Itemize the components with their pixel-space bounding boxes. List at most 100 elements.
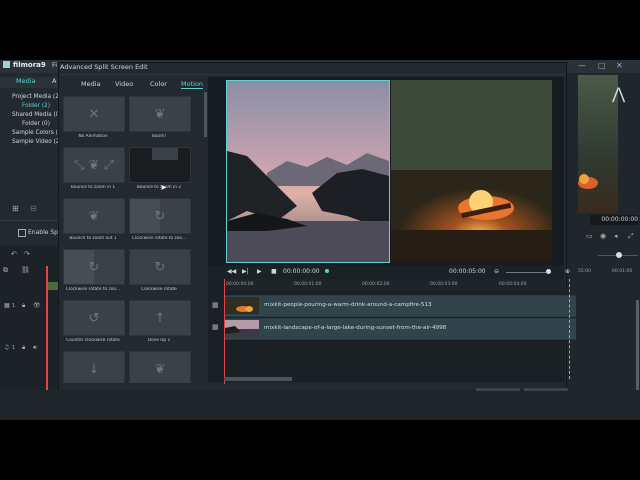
delete-folder-icon[interactable]: ⊟: [30, 204, 37, 213]
library-item-sample-video[interactable]: Sample Video (2: [12, 139, 60, 145]
timeline-scrollbar[interactable]: [224, 377, 292, 381]
dialog-title-divider: [59, 74, 566, 75]
motion-preset[interactable]: ⤡ ❦ ⤢ Bounce to zoom in 1: [63, 147, 125, 190]
preset-thumbnail: ↻: [63, 249, 125, 285]
app-title-partial: Fi: [52, 61, 58, 69]
undo-icon[interactable]: ↶: [11, 250, 17, 258]
zoom-out-icon: ❦: [88, 208, 100, 224]
zoom-out-icon[interactable]: ⊖: [494, 268, 499, 275]
motion-preset[interactable]: ❦ Bounce to zoom out 1: [63, 198, 125, 241]
snapshot-icon[interactable]: ◉: [600, 232, 606, 240]
audio-track-icon: ♫: [4, 344, 10, 351]
motion-preset[interactable]: ↓: [63, 351, 125, 383]
link-icon[interactable]: ⛓: [21, 266, 30, 274]
close-icon[interactable]: ✕: [616, 61, 623, 70]
preset-label: Counter clockwise rotate: [66, 338, 120, 343]
add-track-icon[interactable]: ⧉: [3, 266, 8, 275]
cancel-button-edge[interactable]: [476, 388, 520, 391]
position-indicator[interactable]: [325, 269, 329, 273]
fullscreen-icon[interactable]: ⤢: [628, 232, 634, 241]
library-item-sample-colors[interactable]: Sample Colors (1: [12, 130, 62, 136]
track-2-icon: ▦: [212, 323, 219, 331]
tulip-icon: ❦: [154, 361, 166, 377]
library-item-shared-media[interactable]: Shared Media (0): [12, 112, 62, 118]
ruler-tick: 00:00:00:00: [226, 282, 254, 287]
redo-icon[interactable]: ↷: [24, 250, 30, 258]
video-track-label: 1: [12, 303, 16, 309]
library-item-folder[interactable]: Folder (2): [22, 103, 50, 109]
audio-lock-icon[interactable]: 🔒︎: [22, 344, 25, 352]
motion-preset[interactable]: ✕ No Animation: [63, 96, 125, 139]
preview-slot-lake[interactable]: [226, 80, 390, 263]
main-vertical-scrollbar[interactable]: [636, 300, 639, 390]
new-folder-icon[interactable]: ⊞: [12, 204, 19, 213]
preset-label: Boom!: [151, 134, 167, 139]
motion-preset[interactable]: ↻ Clockwise rotate to zoo...: [63, 249, 125, 292]
timeline-ruler[interactable]: 00:00:00:00 00:00:01:00 00:00:02:00 00:0…: [224, 279, 565, 291]
track-1-icon: ▦: [212, 301, 219, 309]
dove-down-icon: ↓: [88, 361, 100, 377]
speaker-icon[interactable]: 🔊︎: [33, 344, 37, 352]
zoom-in-icon: ⤡ ❦ ⤢: [74, 157, 114, 173]
motion-preset[interactable]: ↺ Counter clockwise rotate: [63, 300, 125, 343]
bottom-bar: [0, 390, 640, 420]
motion-preset[interactable]: ↻ Clockwise rotate to zoo...: [129, 198, 191, 241]
track-2-clip[interactable]: mixkit-landscape-of-a-large-lake-during-…: [224, 318, 576, 340]
filmora-logo-icon: [3, 61, 10, 68]
ok-button-edge[interactable]: [524, 388, 568, 391]
main-clip-marker: [48, 282, 58, 290]
watermark-logo-icon: ⋀: [612, 84, 626, 103]
library-tab-media[interactable]: Media: [16, 77, 36, 85]
tab-motion[interactable]: Motion: [181, 80, 204, 89]
lock-icon[interactable]: 🔒︎: [22, 302, 25, 310]
preview-slot-campfire[interactable]: [391, 80, 552, 261]
tab-video[interactable]: Video: [115, 80, 133, 88]
clip-name: mixkit-people-pouring-a-warm-drink-aroun…: [264, 302, 432, 308]
library-item-shared-folder[interactable]: Folder (0): [22, 121, 50, 127]
dialog-playhead[interactable]: [224, 279, 225, 384]
counter-rotate-icon: ↺: [88, 310, 100, 326]
minimize-icon[interactable]: —: [578, 61, 586, 70]
duration-timecode: 00:00:05:00: [449, 268, 486, 275]
step-frame-icon[interactable]: ▶|: [242, 268, 249, 275]
mouse-cursor-icon: ➤: [160, 183, 167, 192]
tab-color[interactable]: Color: [150, 80, 167, 88]
preset-thumbnail: ⤡ ❦ ⤢: [63, 147, 125, 183]
rotate-icon: ↻: [154, 259, 166, 275]
zoom-slider-handle[interactable]: [616, 252, 622, 258]
preset-thumbnail: ❦: [129, 351, 191, 383]
dove-up-icon: ↑: [154, 310, 166, 326]
timeline-zoom-handle[interactable]: [546, 269, 551, 274]
preset-label: Dove Up 1: [147, 338, 171, 343]
rotate-icon: ↻: [88, 259, 100, 275]
tab-media[interactable]: Media: [81, 80, 101, 88]
motion-preset[interactable]: ❦: [129, 351, 191, 383]
campfire-clip-thumbnail: [225, 297, 259, 314]
video-track-icon: ▦: [4, 302, 10, 309]
motion-preset[interactable]: ↑ Dove Up 1: [129, 300, 191, 343]
enable-split-checkbox[interactable]: [18, 229, 26, 237]
motion-preset[interactable]: ↻ Clockwise rotate: [129, 249, 191, 292]
ruler-tick: 00:00:01:00: [294, 282, 322, 287]
motion-preset[interactable]: ❦ Boom!: [129, 96, 191, 139]
preset-thumbnail: ↻: [129, 249, 191, 285]
zoom-in-icon[interactable]: ⊕: [565, 268, 570, 275]
main-timecode: 00:00:00:00: [590, 215, 638, 225]
library-tab-audio[interactable]: A: [52, 77, 56, 85]
stop-icon[interactable]: ■: [271, 268, 277, 275]
preset-label: Bounce to zoom out 1: [69, 236, 117, 241]
maximize-icon[interactable]: □: [598, 61, 606, 70]
preset-thumbnail: ↻: [129, 198, 191, 234]
library-item-project-media[interactable]: Project Media (2): [12, 94, 61, 100]
preset-scrollbar[interactable]: [204, 92, 207, 137]
timeline-zoom-track[interactable]: [506, 272, 551, 273]
eye-icon[interactable]: 👁︎: [33, 302, 41, 309]
volume-icon[interactable]: ◂: [614, 232, 618, 240]
rewind-icon[interactable]: ◀◀: [227, 268, 236, 275]
preset-thumbnail: ✕: [63, 96, 125, 132]
track-1-clip[interactable]: mixkit-people-pouring-a-warm-drink-aroun…: [224, 295, 576, 317]
preset-label: Bounce to zoom in 2: [136, 185, 182, 190]
rotate-icon: ↻: [154, 208, 166, 224]
render-icon[interactable]: ▭: [586, 232, 593, 240]
play-icon[interactable]: ▶: [257, 268, 262, 275]
